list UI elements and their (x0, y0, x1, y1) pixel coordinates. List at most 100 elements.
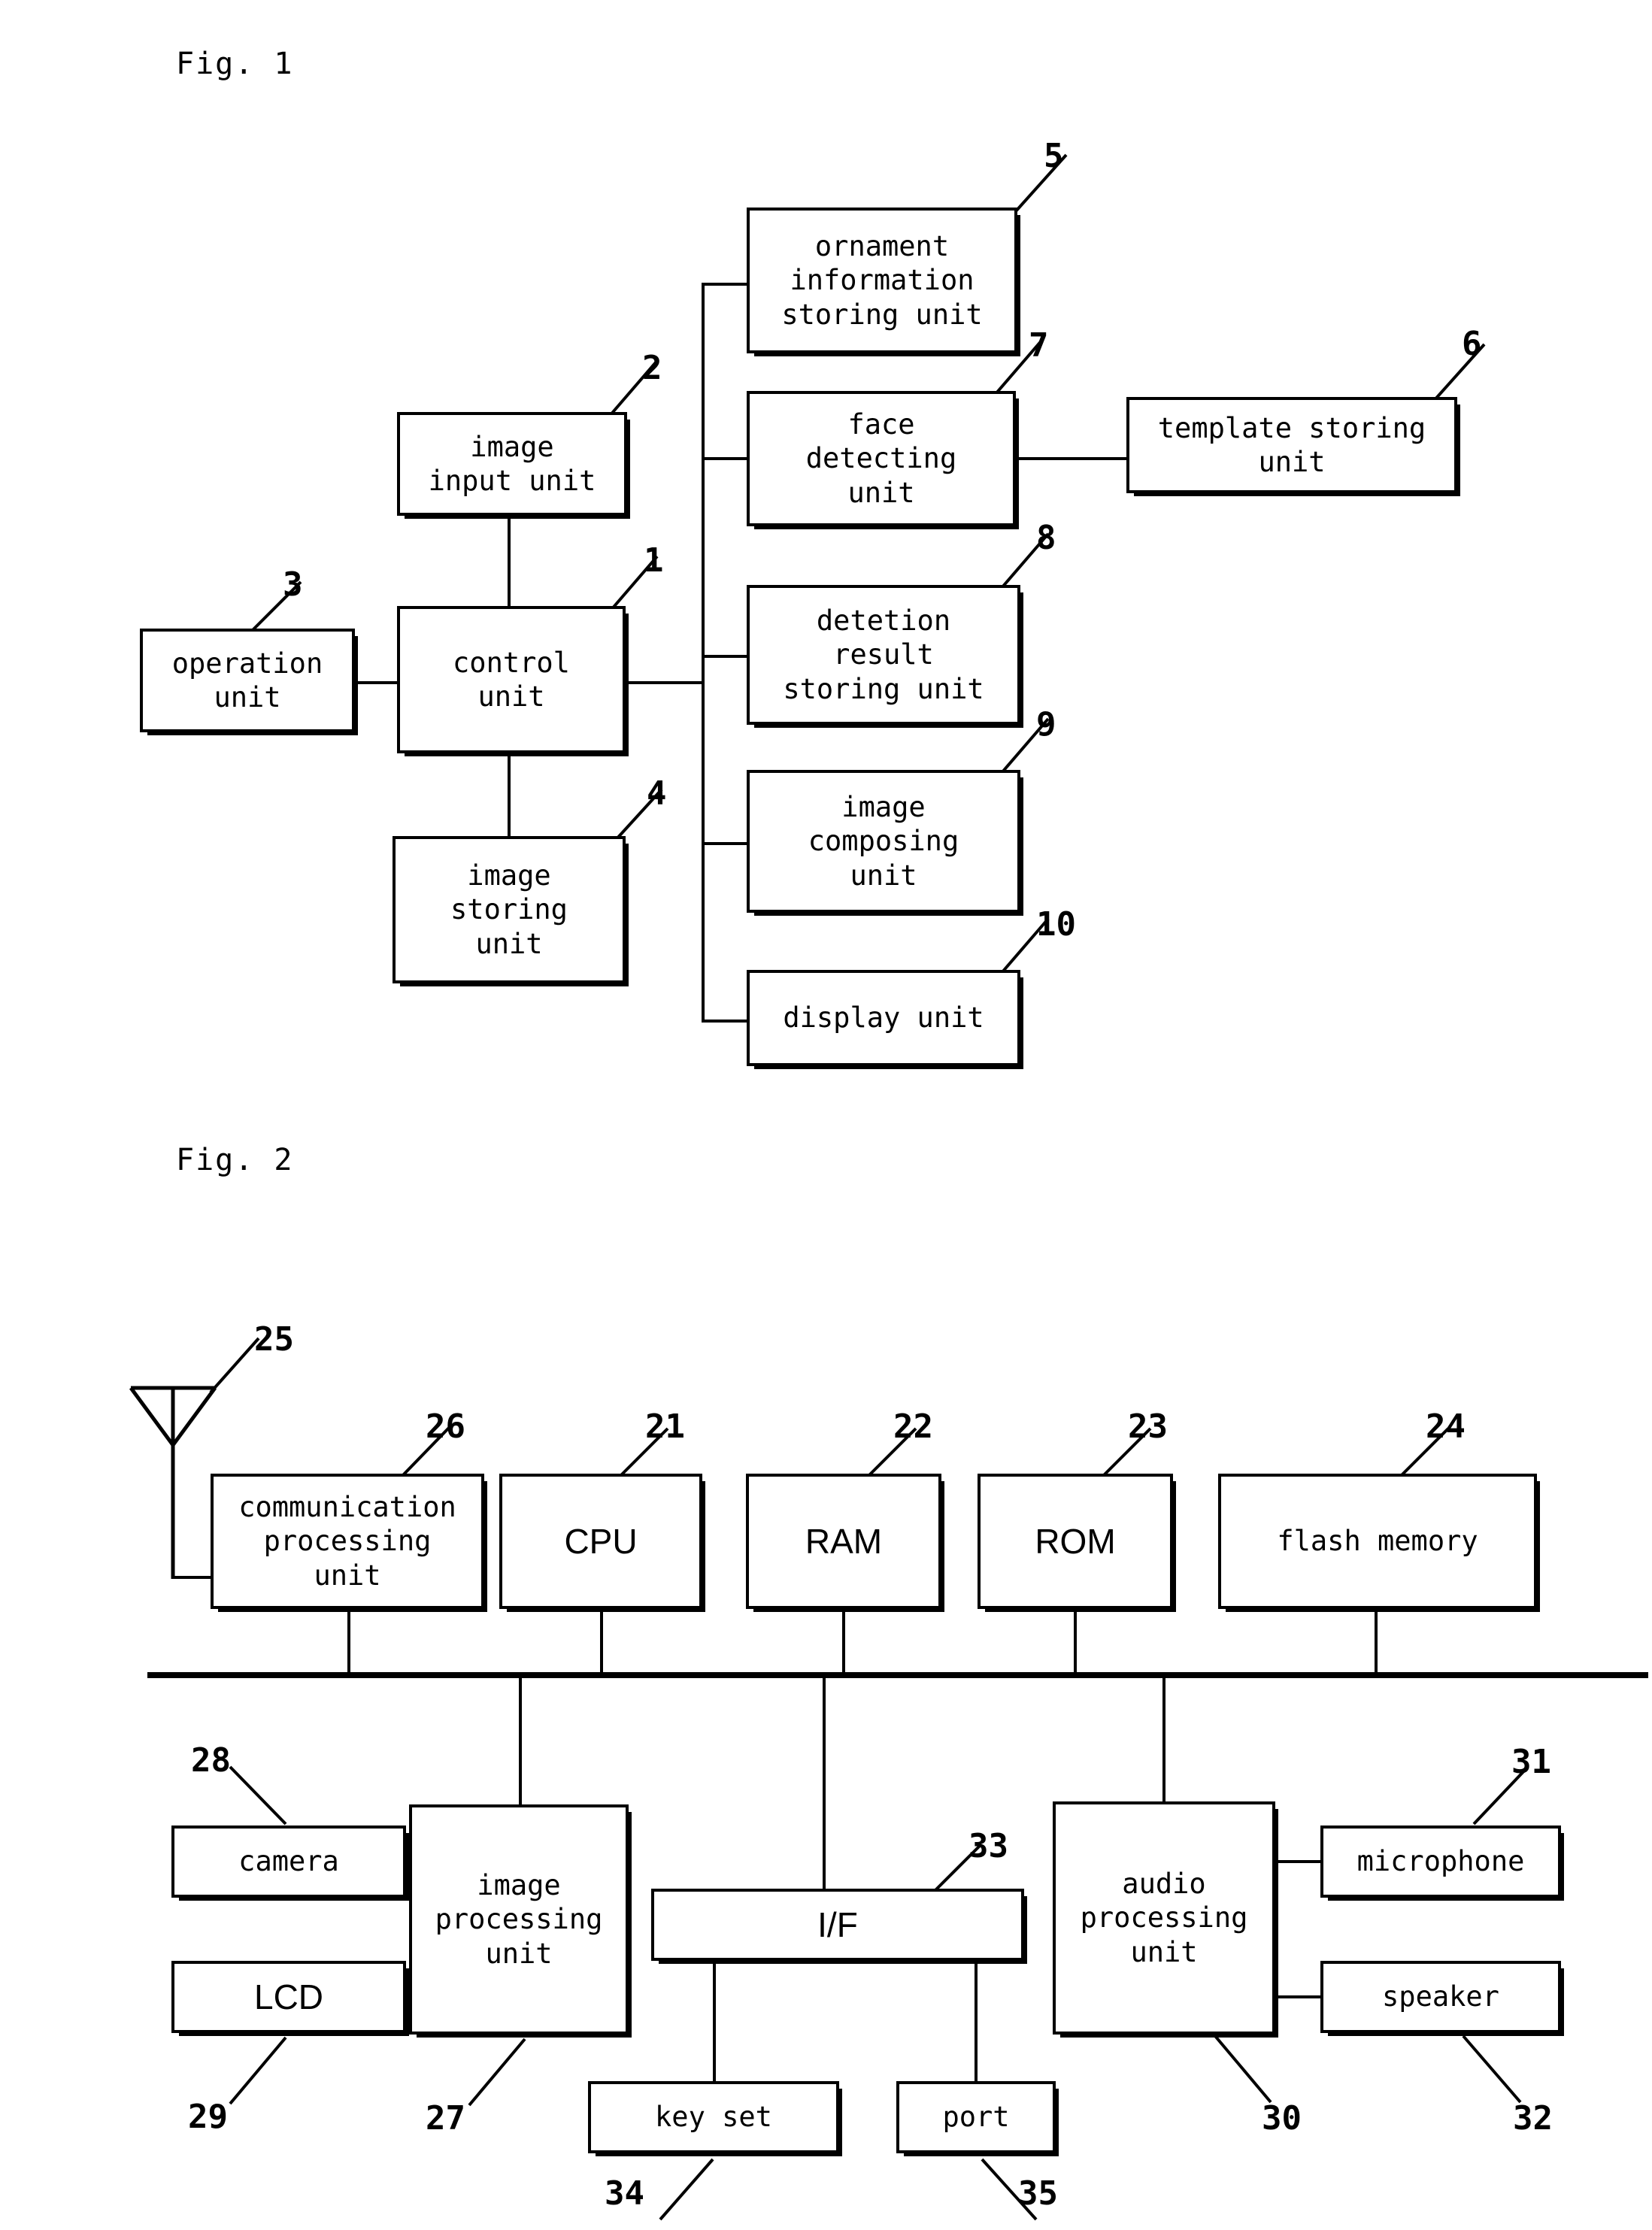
ornament-information-storing-unit-label: ornament information storing unit (781, 230, 983, 331)
system-bus-line (147, 1672, 1648, 1678)
cpu-box[interactable]: CPU (499, 1474, 705, 1612)
leader-line-ref-34 (659, 2158, 714, 2221)
link-interface-to-key-set (713, 1959, 716, 2084)
figure-1-caption: Fig. 1 (176, 47, 294, 81)
link-facedetect-to-template (1017, 457, 1126, 460)
leader-line-ref-27 (468, 2038, 526, 2107)
template-storing-unit-box[interactable]: template storing unit (1126, 397, 1460, 496)
fig1-right-trunk (702, 283, 705, 1023)
branch-to-face-detecting-unit (702, 457, 747, 460)
flash-memory-label: flash memory (1277, 1525, 1478, 1558)
operation-unit-label: operation unit (171, 647, 323, 714)
key-set-label: key set (655, 2101, 772, 2134)
control-unit-box[interactable]: control unit (397, 606, 629, 756)
lcd-label: LCD (253, 1977, 324, 2016)
communication-processing-unit-label: communication processing unit (238, 1491, 456, 1592)
leader-line-ref-32 (1462, 2035, 1522, 2104)
flash-memory-box[interactable]: flash memory (1218, 1474, 1540, 1612)
ref-numeral-10: 10 (1036, 905, 1076, 944)
patent-drawing-sheet: Fig. 1 operation unit control unit image… (0, 0, 1652, 2230)
ref-numeral-35: 35 (1018, 2174, 1058, 2213)
rom-label: ROM (1035, 1521, 1116, 1561)
ref-numeral-30: 30 (1262, 2099, 1302, 2138)
ref-numeral-23: 23 (1128, 1407, 1168, 1446)
port-label: port (942, 2101, 1010, 2134)
face-detecting-unit-box[interactable]: face detecting unit (747, 391, 1019, 529)
image-storing-unit-label: image storing unit (450, 859, 568, 960)
ref-numeral-27: 27 (426, 2099, 465, 2138)
cpu-label: CPU (564, 1521, 638, 1561)
speaker-box[interactable]: speaker (1320, 1961, 1564, 2036)
image-storing-unit-box[interactable]: image storing unit (393, 836, 629, 986)
link-interface-to-port (975, 1959, 978, 2084)
image-processing-unit-box[interactable]: image processing unit (409, 1804, 632, 2038)
display-unit-label: display unit (783, 1001, 984, 1035)
ref-numeral-29: 29 (188, 2098, 228, 2136)
branch-to-ornament-unit (702, 283, 747, 286)
detetion-result-storing-unit-label: detetion result storing unit (783, 604, 984, 705)
ref-numeral-6: 6 (1462, 325, 1482, 363)
drop-bus-to-image-processing (519, 1675, 522, 1806)
ref-numeral-5: 5 (1044, 137, 1064, 175)
audio-processing-unit-label: audio processing unit (1080, 1868, 1248, 1968)
branch-to-detetion-result-unit (702, 655, 747, 658)
ref-numeral-2: 2 (642, 349, 662, 387)
port-box[interactable]: port (896, 2081, 1059, 2156)
microphone-box[interactable]: microphone (1320, 1826, 1564, 1901)
lcd-box[interactable]: LCD (171, 1961, 409, 2036)
ref-numeral-24: 24 (1426, 1407, 1466, 1446)
branch-to-display-unit (702, 1020, 747, 1023)
link-control-to-trunk (624, 681, 703, 684)
interface-label: I/F (817, 1904, 858, 1944)
ref-numeral-32: 32 (1513, 2099, 1553, 2138)
link-audio-to-microphone (1275, 1860, 1326, 1863)
ram-box[interactable]: RAM (746, 1474, 944, 1612)
key-set-box[interactable]: key set (588, 2081, 842, 2156)
detetion-result-storing-unit-box[interactable]: detetion result storing unit (747, 585, 1023, 728)
link-control-to-imagestoring (508, 753, 511, 836)
operation-unit-box[interactable]: operation unit (140, 629, 358, 735)
ref-numeral-3: 3 (283, 565, 303, 604)
audio-processing-unit-box[interactable]: audio processing unit (1053, 1801, 1278, 2038)
drop-ram-to-bus (842, 1609, 845, 1677)
link-audio-to-speaker (1275, 1995, 1326, 1998)
ref-numeral-31: 31 (1511, 1743, 1551, 1781)
rom-box[interactable]: ROM (978, 1474, 1176, 1612)
ref-numeral-9: 9 (1036, 705, 1056, 744)
ram-label: RAM (805, 1521, 883, 1561)
camera-box[interactable]: camera (171, 1826, 409, 1901)
ref-numeral-25: 25 (254, 1320, 294, 1359)
drop-flash-to-bus (1375, 1609, 1378, 1677)
figure-2-caption: Fig. 2 (176, 1143, 294, 1177)
branch-to-image-composing-unit (702, 842, 747, 845)
drop-cpu-to-bus (600, 1609, 603, 1677)
ref-numeral-28: 28 (191, 1741, 231, 1780)
control-unit-label: control unit (453, 646, 570, 713)
image-input-unit-label: image input unit (428, 430, 596, 497)
drop-communication-to-bus (347, 1609, 350, 1677)
face-detecting-unit-label: face detecting unit (805, 408, 957, 509)
speaker-label: speaker (1382, 1980, 1499, 2013)
image-composing-unit-box[interactable]: image composing unit (747, 770, 1023, 916)
ref-numeral-4: 4 (647, 774, 667, 813)
link-operation-to-control (353, 681, 400, 684)
ornament-information-storing-unit-box[interactable]: ornament information storing unit (747, 208, 1020, 356)
communication-processing-unit-box[interactable]: communication processing unit (211, 1474, 487, 1612)
image-processing-unit-label: image processing unit (435, 1869, 603, 1970)
display-unit-box[interactable]: display unit (747, 970, 1023, 1069)
template-storing-unit-label: template storing unit (1157, 411, 1426, 478)
camera-label: camera (238, 1845, 339, 1878)
ref-numeral-1: 1 (644, 541, 664, 580)
image-input-unit-box[interactable]: image input unit (397, 412, 630, 519)
leader-line-ref-29 (229, 2036, 287, 2105)
link-imageinput-to-control (508, 516, 511, 609)
image-composing-unit-label: image composing unit (808, 791, 959, 892)
ref-numeral-8: 8 (1036, 519, 1056, 557)
interface-box[interactable]: I/F (651, 1889, 1027, 1964)
ref-numeral-26: 26 (426, 1407, 465, 1446)
ref-numeral-33: 33 (968, 1827, 1008, 1865)
ref-numeral-7: 7 (1029, 326, 1049, 365)
ref-numeral-34: 34 (605, 2174, 644, 2213)
drop-bus-to-interface (823, 1675, 826, 1890)
microphone-label: microphone (1356, 1845, 1525, 1878)
